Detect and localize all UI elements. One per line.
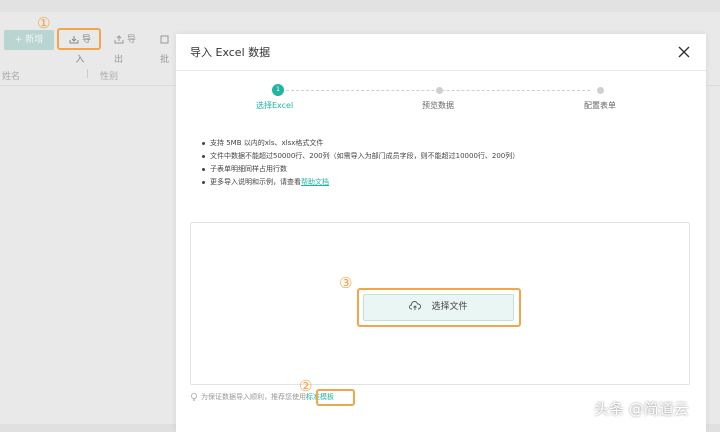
- annotation-box-template: [316, 389, 355, 406]
- select-file-button[interactable]: 选择文件: [363, 294, 514, 321]
- close-icon: [678, 46, 690, 58]
- export-button[interactable]: 导出: [108, 30, 148, 65]
- close-button[interactable]: [676, 44, 692, 60]
- lightbulb-icon: [191, 393, 197, 401]
- add-button[interactable]: + 新增: [4, 30, 54, 50]
- watermark: 头条 @简道云: [594, 400, 689, 418]
- annotation-box-import: [57, 28, 101, 50]
- step-3-label: 配置表单: [584, 101, 616, 110]
- batch-icon: [160, 35, 169, 44]
- help-doc-link[interactable]: 帮助文档: [301, 178, 329, 186]
- note-item: 文件中数据不能超过50000行、200列（如需导入为部门成员字段，则不能超过10…: [202, 150, 682, 163]
- step-1-dot: 1: [272, 84, 284, 96]
- note-item: 子表单明细同样占用行数: [202, 163, 682, 176]
- export-icon: [114, 35, 124, 44]
- cloud-upload-icon: [409, 300, 422, 310]
- step-2-label: 预览数据: [422, 101, 454, 110]
- annotation-number-1: ①: [37, 14, 51, 32]
- step-2-dot: [436, 87, 443, 94]
- annotation-number-3: ③: [339, 274, 353, 292]
- column-header-gender: 性别: [100, 72, 119, 82]
- step-3-dot: [597, 87, 604, 94]
- step-1-label: 选择Excel: [256, 101, 294, 110]
- note-item-help: 更多导入说明和示例，请查看帮助文档: [202, 176, 682, 189]
- annotation-number-2: ②: [299, 377, 313, 395]
- more-note-text: 更多导入说明和示例，请查看: [210, 178, 301, 186]
- column-separator[interactable]: |: [86, 69, 89, 79]
- select-file-label: 选择文件: [431, 302, 468, 312]
- modal-divider: [176, 70, 706, 71]
- import-notes: 支持 5MB 以内的xls、xlsx格式文件 文件中数据不能超过50000行、2…: [202, 137, 682, 189]
- note-item: 支持 5MB 以内的xls、xlsx格式文件: [202, 137, 682, 150]
- app-top-bar: [0, 0, 720, 12]
- hint-text: 为保证数据导入顺利，推荐您使用: [201, 393, 306, 401]
- column-header-name: 姓名: [2, 72, 21, 82]
- modal-title: 导入 Excel 数据: [190, 46, 271, 59]
